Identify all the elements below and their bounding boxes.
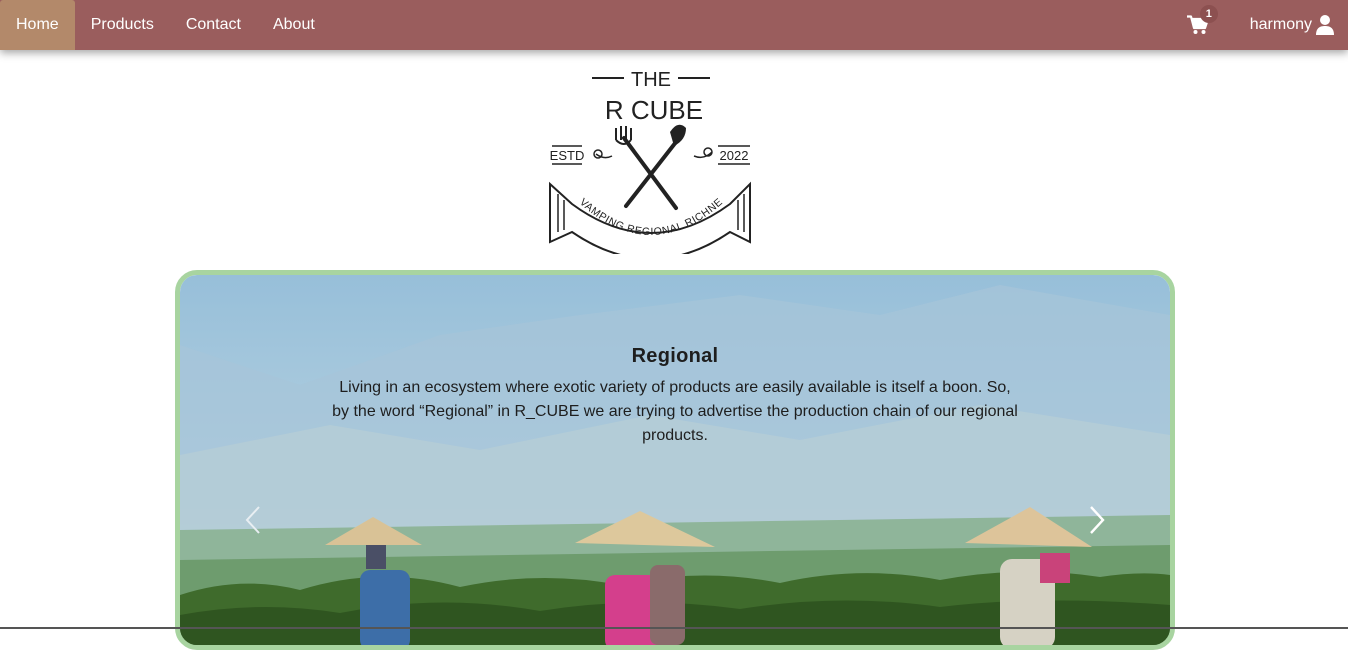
caption-text: Living in an ecosystem where exotic vari… <box>332 379 1018 444</box>
nav-products[interactable]: Products <box>75 0 170 50</box>
tea-plantation-image <box>180 275 1170 645</box>
user-menu[interactable]: harmony <box>1250 15 1348 35</box>
nav-contact[interactable]: Contact <box>170 0 257 50</box>
nav-right-group: 1 harmony <box>1178 0 1348 50</box>
r-cube-logo: THE R CUBE ESTD 2022 REVAMPING REGIONAL … <box>544 64 751 254</box>
user-icon <box>1316 15 1334 35</box>
carousel-caption: Regional Living in an ecosystem where ex… <box>180 345 1170 448</box>
nav-about[interactable]: About <box>257 0 331 50</box>
cart-count-badge: 1 <box>1199 5 1218 23</box>
nav-home[interactable]: Home <box>0 0 75 50</box>
chevron-left-icon <box>245 506 260 534</box>
carousel-prev-button[interactable] <box>238 500 268 540</box>
username-label: harmony <box>1249 16 1312 33</box>
hero-carousel: Regional Living in an ecosystem where ex… <box>175 270 1175 650</box>
logo-the-text: THE <box>631 69 671 91</box>
logo-rcube-text: R CUBE <box>605 95 703 125</box>
caption-title: Regional <box>631 345 719 367</box>
fork-shovel-icon <box>622 136 678 210</box>
chevron-right-icon <box>1090 506 1105 534</box>
carousel-next-button[interactable] <box>1082 500 1112 540</box>
logo-estd-text: ESTD <box>550 148 585 163</box>
top-navbar: Home Products Contact About 1 harmony <box>0 0 1348 50</box>
logo-year-text: 2022 <box>720 148 749 163</box>
cart-button[interactable]: 1 <box>1178 0 1218 50</box>
